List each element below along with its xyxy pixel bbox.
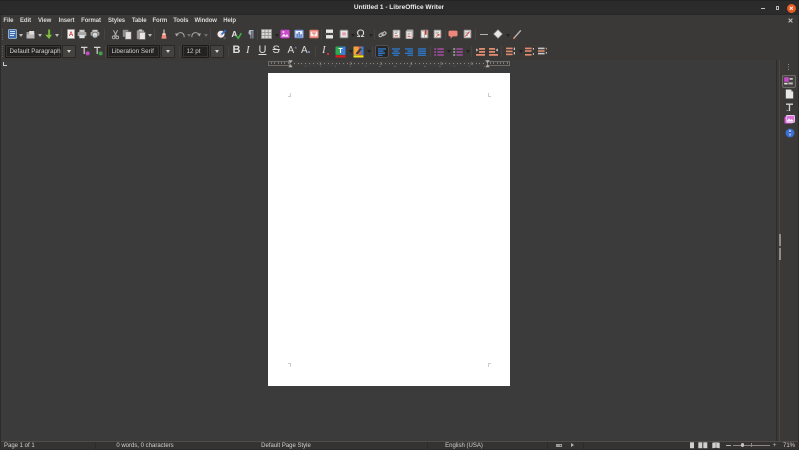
svg-text:A: A: [69, 32, 74, 38]
svg-text:A: A: [231, 29, 237, 39]
svg-text:T: T: [338, 48, 343, 55]
